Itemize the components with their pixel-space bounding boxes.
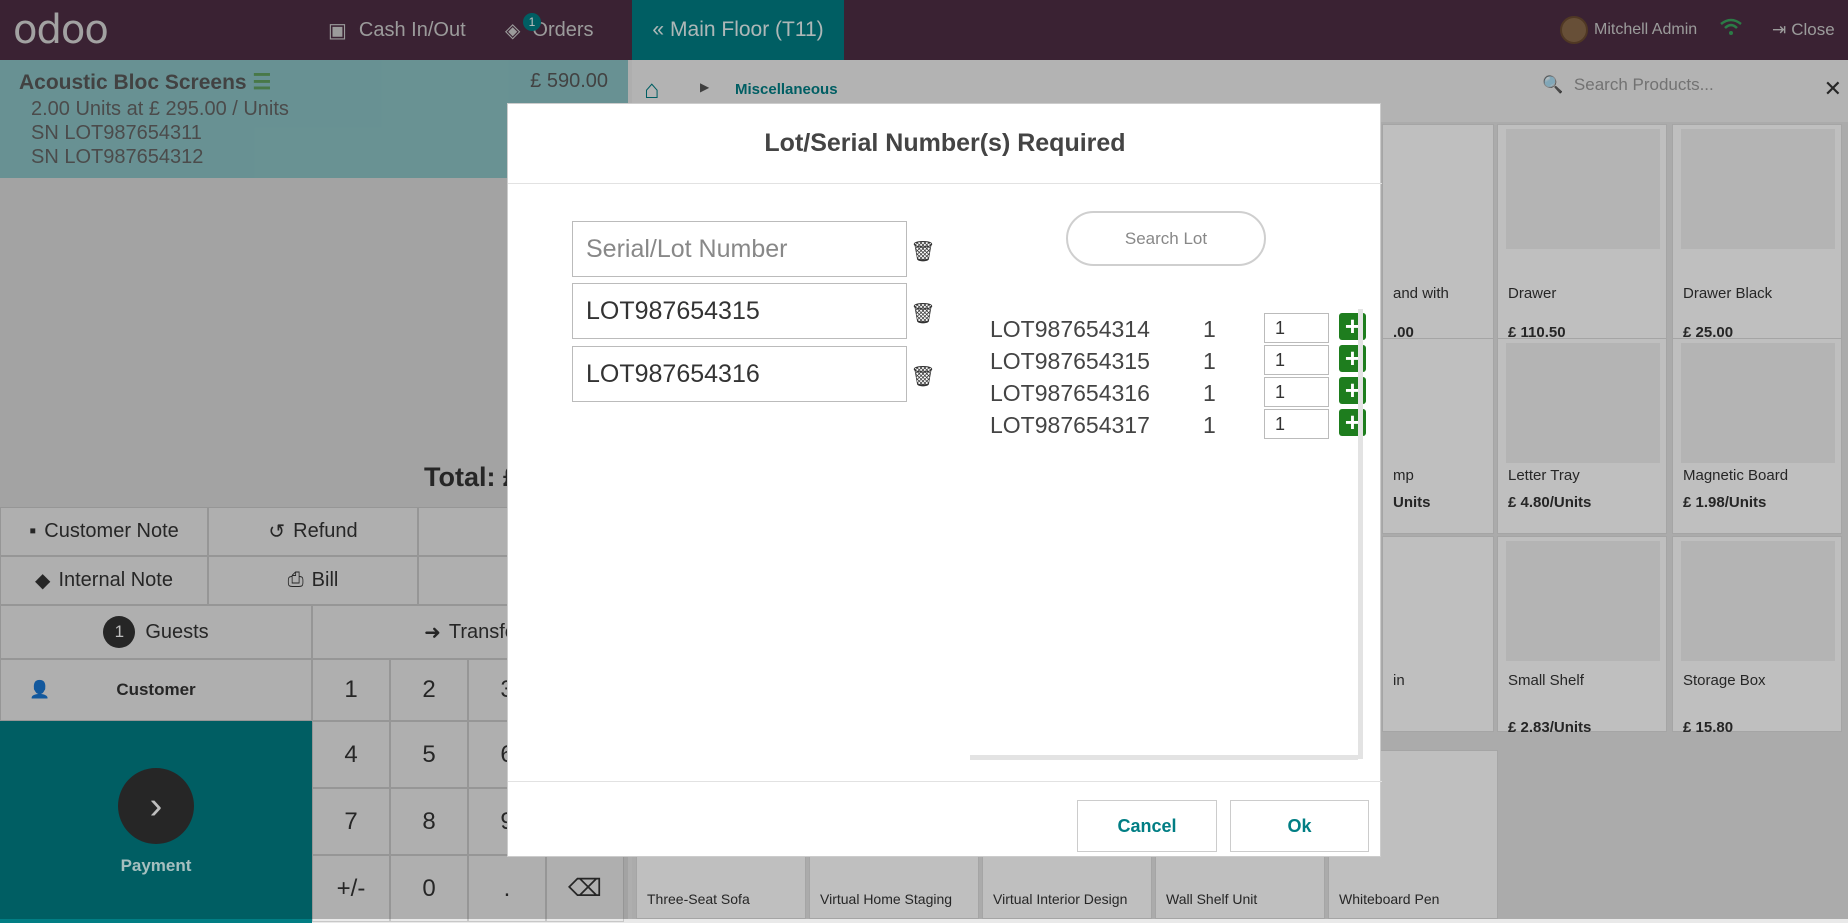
lot-qty-input[interactable]: 1 [1264,409,1329,439]
lot-qty: 1 [1203,348,1216,374]
lot-row: LOT987654317 1 1 + [990,407,1366,441]
horizontal-scrollbar[interactable] [970,755,1358,760]
dialog-title: Lot/Serial Number(s) Required [508,104,1382,184]
lot-row: LOT987654314 1 1 + [990,311,1366,345]
vertical-scrollbar[interactable] [1358,309,1363,759]
ok-button[interactable]: Ok [1230,800,1369,852]
trash-icon[interactable]: 🗑 [908,298,938,328]
lot-name: LOT987654315 [990,348,1150,374]
search-lot-input[interactable]: Search Lot [1066,211,1266,266]
cancel-button[interactable]: Cancel [1077,800,1217,852]
lot-serial-dialog: Lot/Serial Number(s) Required 🗑 🗑 🗑 Sear… [507,103,1382,858]
serial-lot-input[interactable] [572,221,907,277]
lot-qty-input[interactable]: 1 [1264,345,1329,375]
lot-row: LOT987654315 1 1 + [990,343,1366,377]
trash-icon[interactable]: 🗑 [908,361,938,391]
lot-qty-input[interactable]: 1 [1264,377,1329,407]
lot-row: LOT987654316 1 1 + [990,375,1366,409]
dialog-footer: Cancel Ok [508,781,1382,858]
lot-qty-input[interactable]: 1 [1264,313,1329,343]
lot-qty: 1 [1203,412,1216,438]
lot-name: LOT987654316 [990,380,1150,406]
serial-lot-input[interactable] [572,346,907,402]
lot-name: LOT987654314 [990,316,1150,342]
lot-qty: 1 [1203,380,1216,406]
lot-name: LOT987654317 [990,412,1150,438]
lot-qty: 1 [1203,316,1216,342]
serial-lot-input[interactable] [572,283,907,339]
trash-icon[interactable]: 🗑 [908,236,938,266]
